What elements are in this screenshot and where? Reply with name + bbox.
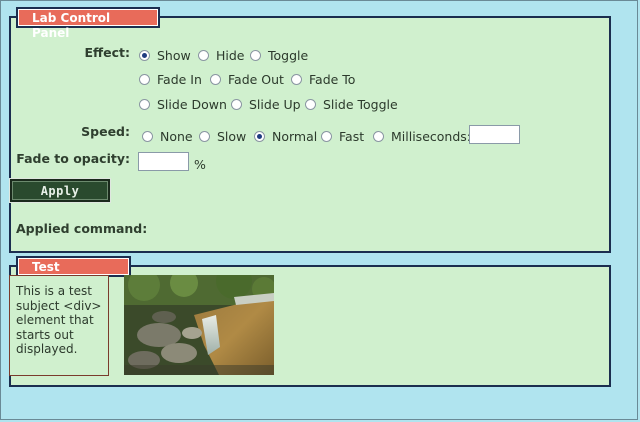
effect-label: Effect: — [84, 45, 130, 60]
effect-show-radio[interactable] — [139, 50, 150, 61]
effect-toggle-radio[interactable] — [250, 50, 261, 61]
effect-slide-up-radio[interactable] — [231, 99, 242, 110]
speed-option-milliseconds[interactable]: Milliseconds: — [373, 129, 471, 144]
speed-fast-radio[interactable] — [321, 131, 332, 142]
test-subject-div: This is a test subject <div> element tha… — [9, 275, 109, 376]
effect-option-label: Fade In — [157, 72, 202, 87]
speed-option-normal[interactable]: Normal — [254, 129, 317, 144]
speed-option-label: Fast — [339, 129, 365, 144]
milliseconds-input[interactable] — [469, 125, 520, 144]
effect-option-label: Slide Toggle — [323, 97, 398, 112]
effect-option-fade-to[interactable]: Fade To — [291, 72, 355, 87]
effect-option-label: Slide Up — [249, 97, 301, 112]
effect-fade-out-radio[interactable] — [210, 74, 221, 85]
opacity-unit: % — [194, 157, 206, 172]
effect-slide-toggle-radio[interactable] — [305, 99, 316, 110]
effect-hide-radio[interactable] — [198, 50, 209, 61]
effect-option-show[interactable]: Show — [139, 48, 191, 63]
effect-option-slide-down[interactable]: Slide Down — [139, 97, 227, 112]
speed-slow-radio[interactable] — [199, 131, 210, 142]
test-subject-image — [124, 275, 274, 375]
effect-fade-in-radio[interactable] — [139, 74, 150, 85]
applied-command-label: Applied command: — [16, 221, 148, 236]
effect-option-label: Toggle — [268, 48, 309, 63]
effect-option-label: Slide Down — [157, 97, 227, 112]
effect-option-label: Show — [157, 48, 191, 63]
effect-option-label: Fade To — [309, 72, 356, 87]
speed-milliseconds-radio[interactable] — [373, 131, 384, 142]
effect-slide-down-radio[interactable] — [139, 99, 150, 110]
effect-option-slide-toggle[interactable]: Slide Toggle — [305, 97, 398, 112]
lab-control-panel-legend: Lab Control Panel — [16, 7, 160, 40]
apply-button[interactable]: Apply — [10, 179, 110, 202]
speed-option-label: Milliseconds: — [391, 129, 471, 144]
speed-option-label: Slow — [217, 129, 247, 144]
speed-label: Speed: — [81, 124, 130, 139]
speed-normal-radio[interactable] — [254, 131, 265, 142]
speed-option-label: None — [160, 129, 193, 144]
speed-option-slow[interactable]: Slow — [199, 129, 246, 144]
effect-option-toggle[interactable]: Toggle — [250, 48, 308, 63]
effect-option-fade-in[interactable]: Fade In — [139, 72, 202, 87]
speed-option-fast[interactable]: Fast — [321, 129, 364, 144]
effect-fade-to-radio[interactable] — [291, 74, 302, 85]
opacity-label: Fade to opacity: — [16, 151, 130, 166]
speed-option-label: Normal — [272, 129, 318, 144]
effect-option-label: Fade Out — [228, 72, 284, 87]
effect-option-hide[interactable]: Hide — [198, 48, 245, 63]
waterfall-photo-icon — [124, 275, 274, 375]
effect-option-fade-out[interactable]: Fade Out — [210, 72, 284, 87]
effect-option-label: Hide — [216, 48, 245, 63]
opacity-input[interactable] — [138, 152, 189, 171]
effect-option-slide-up[interactable]: Slide Up — [231, 97, 301, 112]
speed-option-none[interactable]: None — [142, 129, 193, 144]
speed-none-radio[interactable] — [142, 131, 153, 142]
test-subjects-legend: Test subjects — [16, 256, 131, 289]
